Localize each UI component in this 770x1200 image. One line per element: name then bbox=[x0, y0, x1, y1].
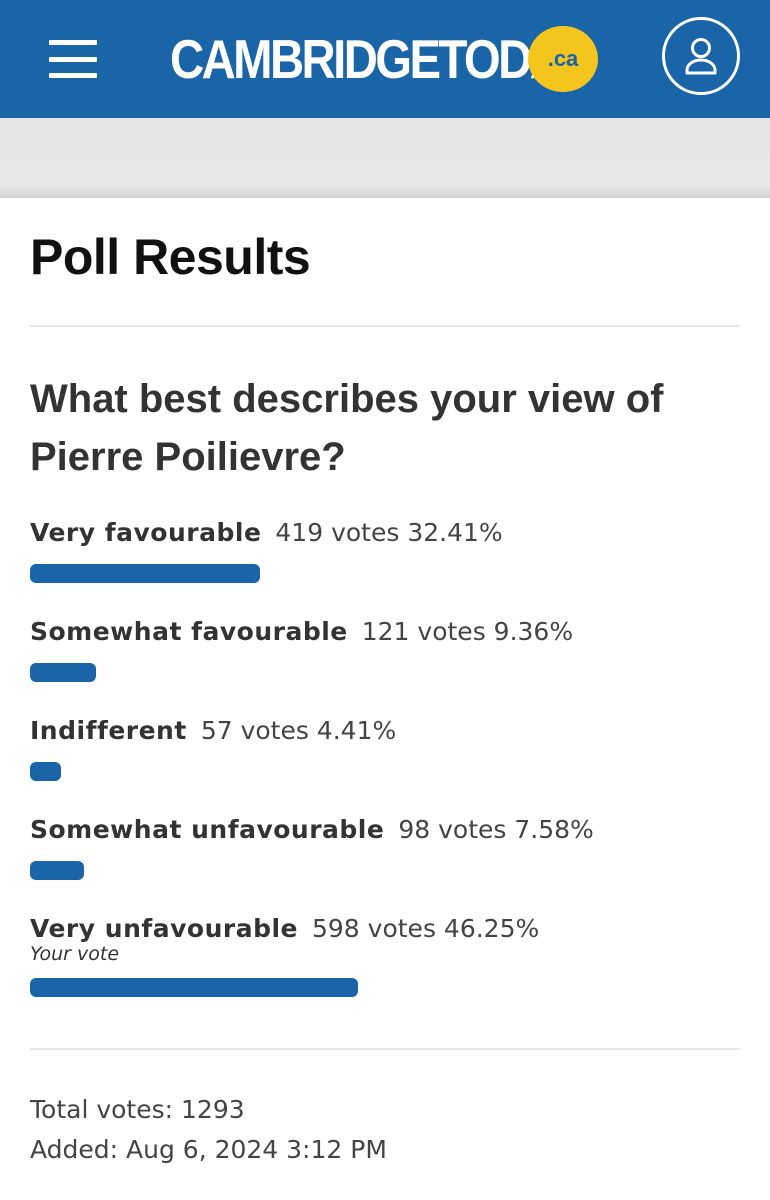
poll-question: What best describes your view of Pierre … bbox=[30, 377, 664, 479]
option-percent: 32.41% bbox=[407, 518, 503, 547]
page-title: Poll Results bbox=[30, 229, 311, 285]
option-result-bar bbox=[30, 663, 96, 682]
option-label: Very favourable bbox=[30, 518, 262, 547]
option-result-bar bbox=[30, 762, 61, 781]
user-silhouette-icon bbox=[685, 38, 717, 75]
logo-text: CAMBRIDGETODAY bbox=[170, 27, 588, 90]
option-label: Somewhat favourable bbox=[30, 617, 348, 646]
poll-option: Very unfavourable 598 votes 46.25% Your v… bbox=[30, 912, 740, 997]
option-label: Somewhat unfavourable bbox=[30, 815, 385, 844]
poll-option: Somewhat favourable 121 votes 9.36% bbox=[30, 615, 740, 682]
site-logo[interactable]: CAMBRIDGETODAY .ca bbox=[170, 24, 654, 94]
your-vote-note: Your vote bbox=[30, 943, 120, 965]
poll-option: Indifferent 57 votes 4.41% bbox=[30, 714, 740, 781]
option-label: Very unfavourable bbox=[30, 914, 298, 943]
logo-badge: .ca bbox=[528, 26, 598, 92]
title-divider bbox=[30, 325, 740, 327]
option-votes: 98 votes bbox=[398, 815, 507, 844]
option-result-bar bbox=[30, 564, 260, 583]
option-votes: 419 votes bbox=[275, 518, 400, 547]
option-result-bar bbox=[30, 861, 84, 880]
option-result-bar bbox=[30, 978, 358, 997]
added-date: Added: Aug 6, 2024 3:12 PM bbox=[30, 1135, 387, 1164]
site-header: CAMBRIDGETODAY .ca bbox=[0, 0, 770, 118]
poll-option: Somewhat unfavourable 98 votes 7.58% bbox=[30, 813, 740, 880]
option-votes: 57 votes bbox=[200, 716, 309, 745]
option-percent: 4.41% bbox=[316, 716, 397, 745]
option-label: Indifferent bbox=[30, 716, 187, 745]
option-percent: 7.58% bbox=[514, 815, 594, 844]
poll-option: Very favourable 419 votes 32.41% bbox=[30, 516, 740, 583]
total-votes: Total votes: 1293 bbox=[30, 1095, 245, 1124]
ad-placeholder-strip bbox=[0, 118, 770, 198]
poll-footer: Total votes: 1293 Added: Aug 6, 2024 3:1… bbox=[30, 1090, 387, 1170]
option-votes: 121 votes bbox=[361, 617, 486, 646]
option-percent: 46.25% bbox=[443, 914, 540, 943]
hamburger-menu-icon[interactable] bbox=[49, 40, 97, 78]
results-divider bbox=[30, 1048, 740, 1050]
user-account-icon[interactable] bbox=[662, 17, 740, 95]
option-votes: 598 votes bbox=[312, 914, 436, 943]
option-percent: 9.36% bbox=[493, 617, 574, 646]
